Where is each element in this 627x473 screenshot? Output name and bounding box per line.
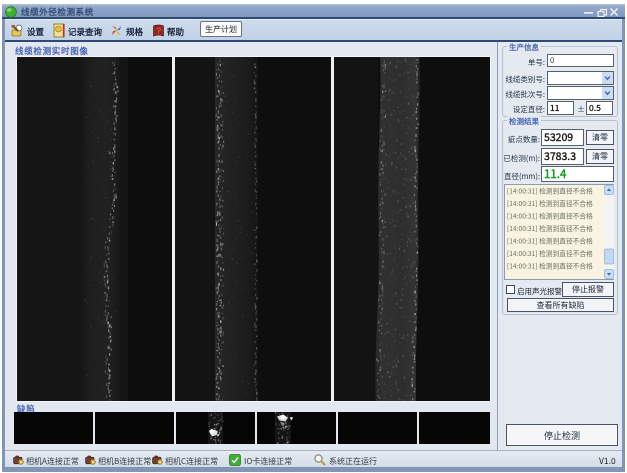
svg-text:?: ?	[156, 24, 162, 37]
